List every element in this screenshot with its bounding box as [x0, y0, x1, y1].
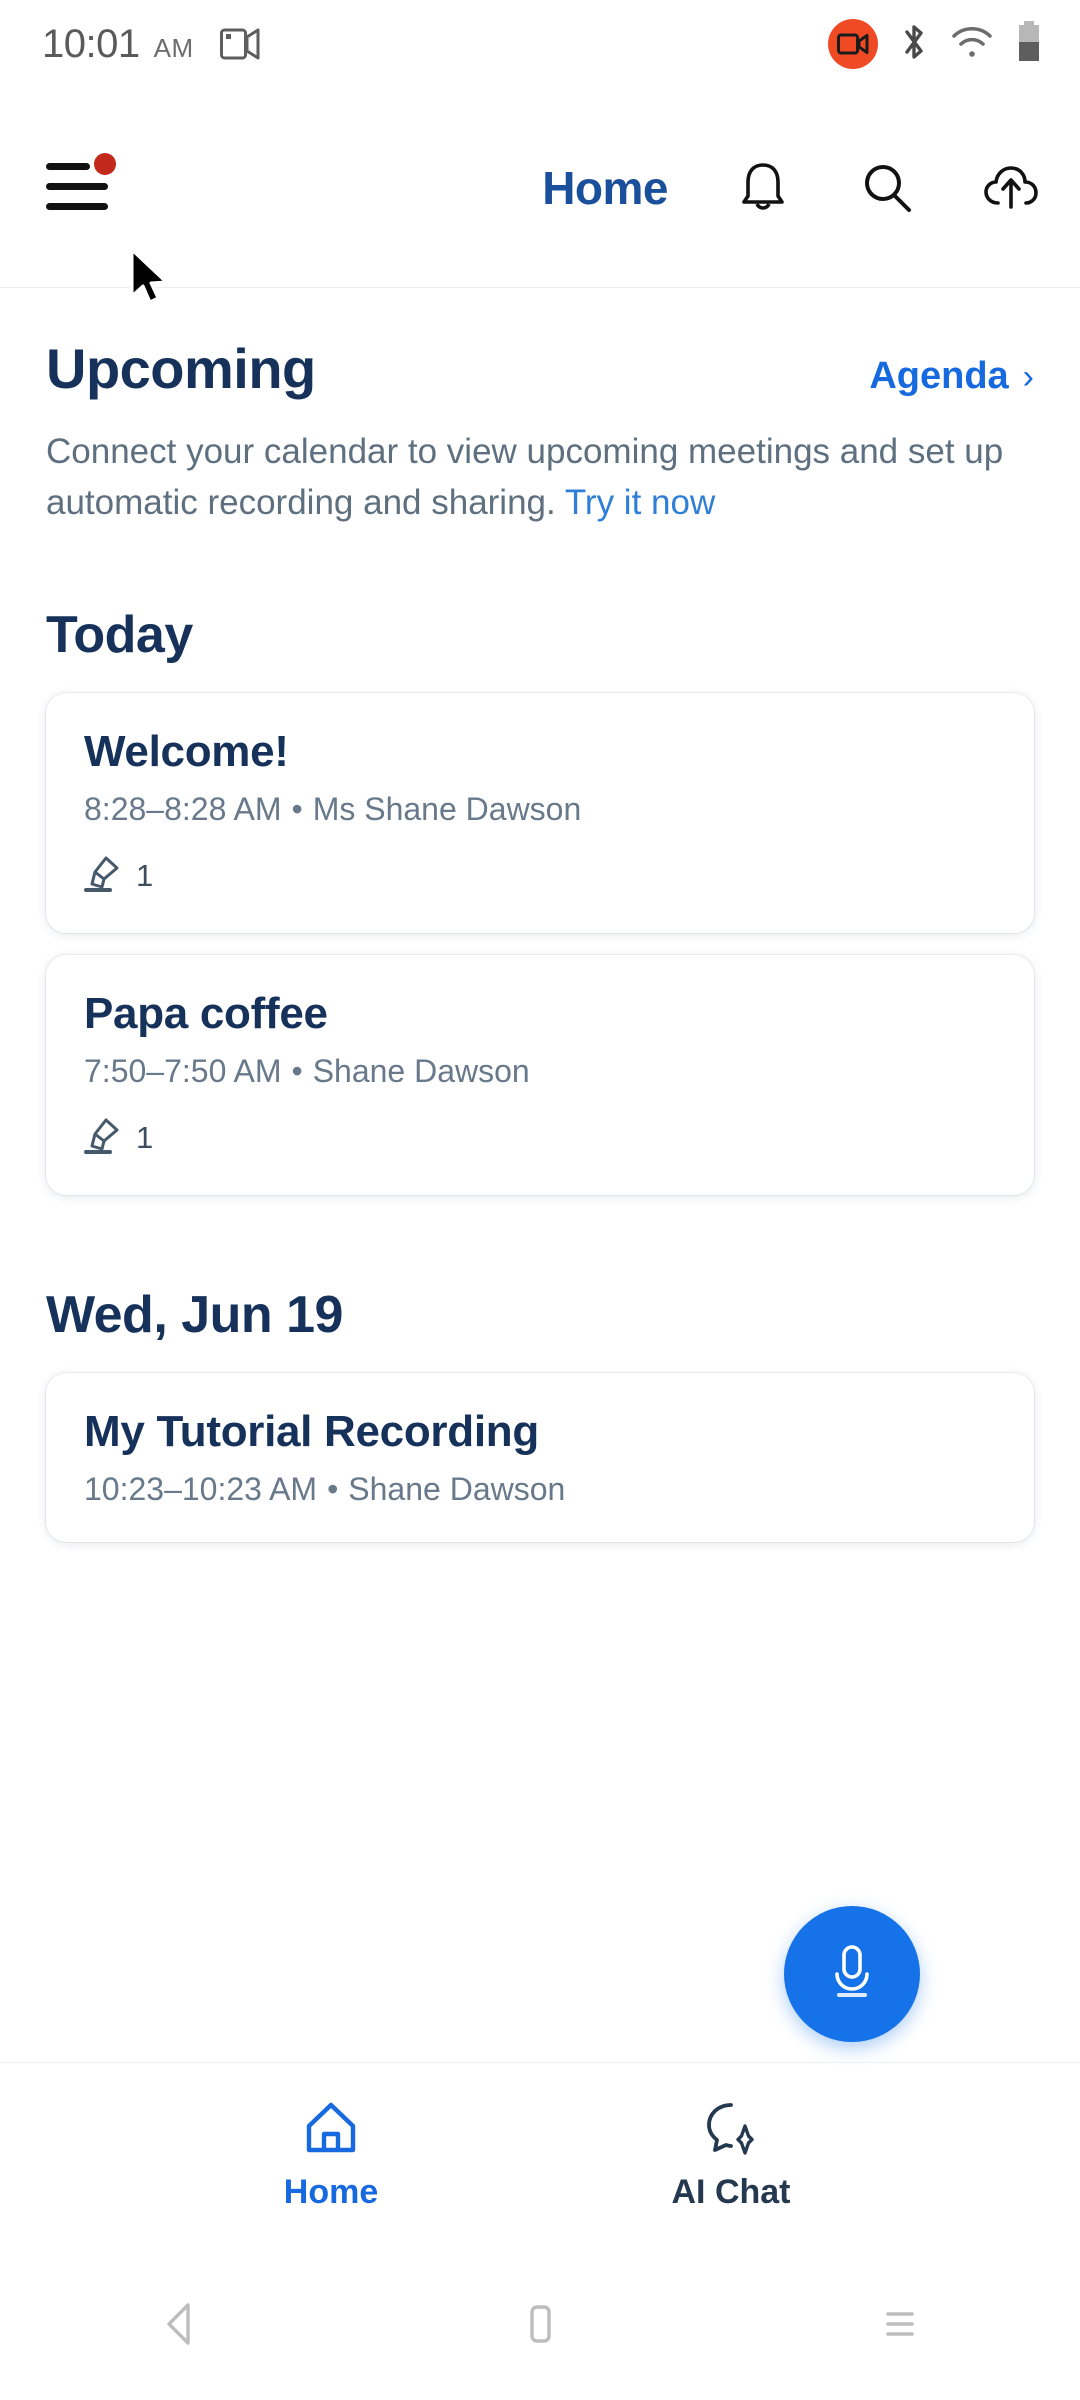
meeting-host: Shane Dawson — [312, 1052, 530, 1089]
bottom-navigation: Home AI Chat — [0, 2062, 1080, 2248]
meeting-separator: • — [291, 1052, 303, 1089]
menu-notification-badge — [94, 152, 116, 175]
android-system-navigation — [0, 2248, 1080, 2400]
upcoming-blurb-text: Connect your calendar to view upcoming m… — [46, 432, 1004, 522]
try-it-now-link[interactable]: Try it now — [565, 483, 715, 522]
meeting-subtitle: 8:28–8:28 AM • Ms Shane Dawson — [84, 791, 996, 828]
nav-label-home: Home — [283, 2172, 379, 2211]
status-bar: 10:01 AM — [0, 0, 1080, 88]
status-ampm: AM — [153, 32, 194, 63]
battery-icon — [1016, 20, 1042, 68]
status-bar-right — [828, 19, 1042, 69]
highlighter-icon — [84, 1116, 122, 1161]
cast-icon — [219, 27, 260, 66]
app-header: Home — [0, 88, 1080, 288]
agenda-link[interactable]: Agenda › — [869, 355, 1034, 398]
meeting-card[interactable]: Welcome! 8:28–8:28 AM • Ms Shane Dawson 1 — [46, 692, 1034, 933]
day-heading-today: Today — [46, 605, 193, 664]
search-icon[interactable] — [858, 159, 916, 217]
header-actions: Home — [542, 159, 1040, 217]
meeting-meta: 1 — [84, 854, 996, 899]
back-triangle-icon[interactable] — [120, 2300, 240, 2348]
meeting-meta-count: 1 — [136, 1120, 154, 1155]
recents-lines-icon[interactable] — [840, 2302, 960, 2346]
meeting-time: 7:50–7:50 AM — [84, 1052, 282, 1089]
meeting-title: Welcome! — [84, 726, 289, 776]
record-fab-button[interactable] — [784, 1906, 920, 2042]
upcoming-title: Upcoming — [46, 337, 316, 400]
nav-item-ai-chat[interactable]: AI Chat — [596, 2100, 866, 2212]
day-heading-wed-jun-19: Wed, Jun 19 — [46, 1285, 343, 1344]
meeting-separator: • — [327, 1470, 339, 1507]
chevron-right-icon: › — [1022, 358, 1034, 396]
notifications-icon[interactable] — [734, 159, 792, 217]
meeting-subtitle: 7:50–7:50 AM • Shane Dawson — [84, 1053, 996, 1090]
home-square-icon[interactable] — [480, 2300, 600, 2348]
hamburger-menu-icon[interactable] — [46, 152, 116, 219]
nav-label-ai-chat: AI Chat — [671, 2172, 791, 2211]
hamburger-line-1 — [46, 162, 90, 170]
hamburger-line-2 — [46, 182, 108, 190]
wifi-icon — [950, 24, 994, 65]
cloud-upload-icon[interactable] — [982, 159, 1040, 217]
highlighter-icon — [84, 854, 122, 899]
upcoming-header: Upcoming Agenda › — [46, 288, 1034, 401]
meeting-subtitle: 10:23–10:23 AM • Shane Dawson — [84, 1471, 996, 1508]
meeting-host: Ms Shane Dawson — [312, 790, 582, 827]
upcoming-blurb: Connect your calendar to view upcoming m… — [46, 427, 1006, 529]
home-icon — [302, 2100, 360, 2161]
meeting-title: My Tutorial Recording — [84, 1406, 539, 1456]
status-time: 10:01 — [42, 21, 140, 66]
agenda-link-label: Agenda — [869, 355, 1009, 397]
meeting-time: 8:28–8:28 AM — [84, 790, 282, 827]
meeting-meta-count: 1 — [136, 858, 154, 893]
bluetooth-icon — [900, 22, 928, 67]
meeting-time: 10:23–10:23 AM — [84, 1470, 318, 1507]
screen-record-icon — [828, 19, 878, 69]
ai-chat-icon — [701, 2100, 761, 2161]
hamburger-line-3 — [46, 202, 108, 210]
nav-item-home[interactable]: Home — [196, 2100, 466, 2212]
main-content: Upcoming Agenda › Connect your calendar … — [0, 288, 1080, 1542]
page-title: Home — [542, 161, 668, 214]
meeting-title: Papa coffee — [84, 988, 328, 1038]
meeting-card[interactable]: Papa coffee 7:50–7:50 AM • Shane Dawson 1 — [46, 954, 1034, 1195]
meeting-separator: • — [291, 790, 303, 827]
microphone-icon — [824, 1941, 880, 2008]
meeting-card[interactable]: My Tutorial Recording 10:23–10:23 AM • Sha… — [46, 1372, 1034, 1542]
status-bar-left: 10:01 AM — [42, 22, 260, 67]
meeting-host: Shane Dawson — [348, 1470, 566, 1507]
meeting-meta: 1 — [84, 1116, 996, 1161]
